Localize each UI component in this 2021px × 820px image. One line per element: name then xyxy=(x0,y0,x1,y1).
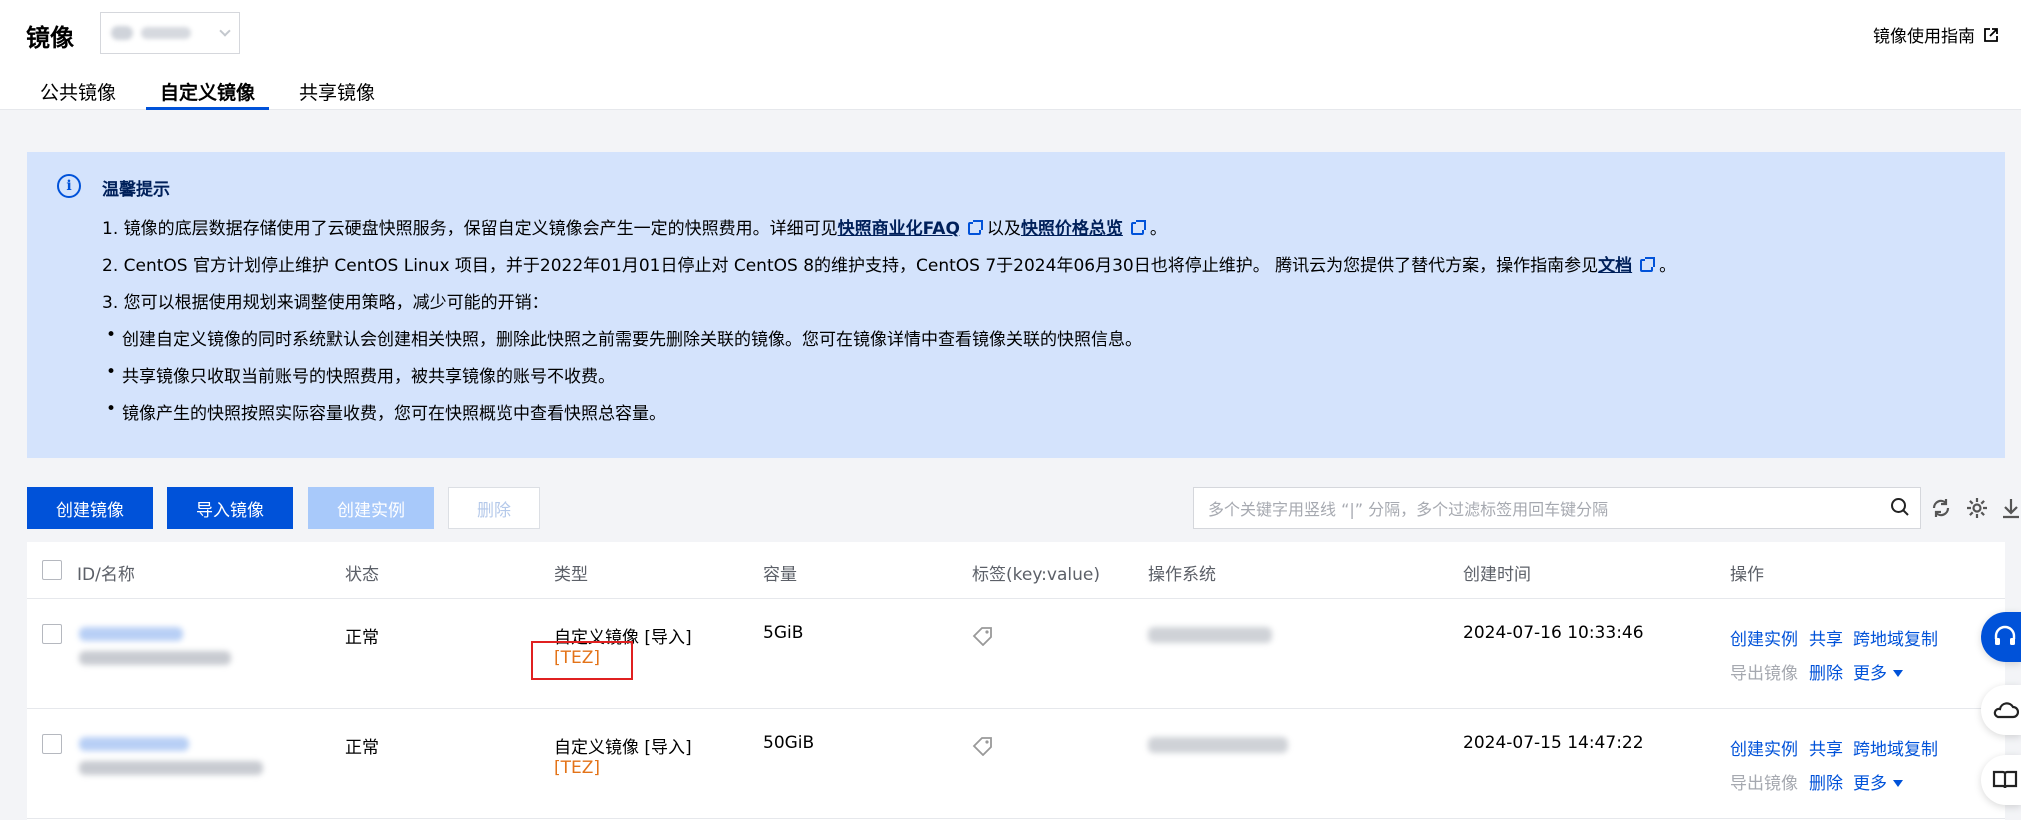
column-header: 标签(key:value) xyxy=(972,565,1100,585)
notice-title: 温馨提示 xyxy=(102,180,170,200)
tab-shared-images[interactable]: 共享镜像 xyxy=(285,70,389,110)
image-table: ID/名称 状态 类型 容量 标签(key:value) 操作系统 创建时间 操… xyxy=(27,542,2005,820)
created-time: 2024-07-15 14:47:22 xyxy=(1463,733,1644,753)
type-tag: [TEZ] xyxy=(554,758,601,778)
cross-region-copy-action[interactable]: 跨地域复制 xyxy=(1853,735,1938,760)
create-instance-action[interactable]: 创建实例 xyxy=(1730,625,1798,650)
more-dropdown[interactable]: 更多 xyxy=(1853,769,1903,794)
notice-line-1-suffix: 。 xyxy=(1149,219,1167,239)
image-name-redacted xyxy=(79,651,231,665)
external-link-icon xyxy=(1640,257,1656,272)
created-time: 2024-07-16 10:33:46 xyxy=(1463,623,1644,643)
notice-line-2-text: 2. CentOS 官方计划停止维护 CentOS Linux 项目，并于202… xyxy=(102,256,1599,276)
notice-line-2: 2. CentOS 官方计划停止维护 CentOS Linux 项目，并于202… xyxy=(102,251,1676,276)
select-all-checkbox[interactable] xyxy=(42,560,62,580)
tab-bar: 公共镜像 自定义镜像 共享镜像 xyxy=(26,70,389,110)
search-placeholder: 多个关键字用竖线 “|” 分隔，多个过滤标签用回车键分隔 xyxy=(1208,500,1609,519)
image-id-link-redacted[interactable] xyxy=(79,737,189,751)
notice-line-1-text: 1. 镜像的底层数据存储使用了云硬盘快照服务，保留自定义镜像会产生一定的快照费用… xyxy=(102,219,838,239)
external-link-icon xyxy=(1984,27,1998,42)
notice-line-2-suffix: 。 xyxy=(1659,256,1677,276)
external-link-icon xyxy=(1130,220,1146,235)
cross-region-copy-action[interactable]: 跨地域复制 xyxy=(1853,625,1938,650)
image-name-redacted xyxy=(79,761,263,775)
notice-bullet: 创建自定义镜像的同时系统默认会创建相关快照，删除此快照之前需要先删除关联的镜像。… xyxy=(106,325,1142,350)
region-flag-icon xyxy=(111,26,133,40)
delete-button[interactable]: 删除 xyxy=(448,487,540,529)
region-selector[interactable] xyxy=(100,12,240,54)
book-icon xyxy=(1992,770,2018,789)
notice-bullet: 镜像产生的快照按照实际容量收费，您可在快照概览中查看快照总容量。 xyxy=(106,399,666,424)
snapshot-price-link[interactable]: 快照价格总览 xyxy=(1021,219,1123,239)
external-link-icon xyxy=(967,220,983,235)
tab-public-images[interactable]: 公共镜像 xyxy=(26,70,130,110)
headset-icon xyxy=(1994,625,2016,645)
tab-custom-images[interactable]: 自定义镜像 xyxy=(146,70,270,110)
capacity-text: 50GiB xyxy=(763,733,815,753)
capacity-text: 5GiB xyxy=(763,623,804,643)
refresh-icon[interactable] xyxy=(1929,496,1953,520)
top-bar: 镜像 镜像使用指南 公共镜像 自定义镜像 共享镜像 xyxy=(0,0,2021,110)
cloud-icon xyxy=(1993,702,2019,719)
status-text: 正常 xyxy=(345,628,379,648)
row-checkbox[interactable] xyxy=(42,624,62,644)
notice-bullet: 共享镜像只收取当前账号的快照费用，被共享镜像的账号不收费。 xyxy=(106,362,615,387)
caret-down-icon xyxy=(1893,670,1903,677)
caret-down-icon xyxy=(1893,780,1903,787)
chevron-down-icon xyxy=(219,25,231,37)
gear-icon[interactable] xyxy=(1965,496,1989,520)
table-row: 正常 自定义镜像 [导入] [TEZ] 5GiB 2024-07-16 10:3… xyxy=(27,599,2005,709)
type-text: 自定义镜像 [导入] xyxy=(554,738,692,758)
notice-line-3: 3. 您可以根据使用规划来调整使用策略，减少可能的开销： xyxy=(102,293,549,313)
os-redacted xyxy=(1148,627,1272,643)
more-dropdown[interactable]: 更多 xyxy=(1853,659,1903,684)
search-icon[interactable] xyxy=(1890,497,1910,517)
create-image-button[interactable]: 创建镜像 xyxy=(27,487,153,529)
create-instance-action[interactable]: 创建实例 xyxy=(1730,735,1798,760)
notice-line-1: 1. 镜像的底层数据存储使用了云硬盘快照服务，保留自定义镜像会产生一定的快照费用… xyxy=(102,214,1167,239)
table-header: ID/名称 状态 类型 容量 标签(key:value) 操作系统 创建时间 操… xyxy=(27,542,2005,599)
download-icon[interactable] xyxy=(1999,496,2021,520)
image-id-link-redacted[interactable] xyxy=(79,627,183,641)
share-action[interactable]: 共享 xyxy=(1809,735,1843,760)
page-title: 镜像 xyxy=(26,24,74,52)
region-name-redacted xyxy=(141,27,191,39)
delete-action[interactable]: 删除 xyxy=(1809,659,1843,684)
os-redacted xyxy=(1148,737,1288,753)
highlight-box xyxy=(531,641,633,680)
column-header: 状态 xyxy=(345,565,379,585)
table-row: 正常 自定义镜像 [导入] [TEZ] 50GiB 2024-07-15 14:… xyxy=(27,709,2005,819)
toolbar: 创建镜像 导入镜像 创建实例 删除 多个关键字用竖线 “|” 分隔，多个过滤标签… xyxy=(27,487,2019,529)
more-label: 更多 xyxy=(1853,664,1887,684)
column-header: 创建时间 xyxy=(1463,565,1531,585)
column-header: 容量 xyxy=(763,565,797,585)
image-guide-label: 镜像使用指南 xyxy=(1873,27,1975,47)
more-label: 更多 xyxy=(1853,774,1887,794)
export-image-action[interactable]: 导出镜像 xyxy=(1730,769,1798,794)
column-header: 类型 xyxy=(554,565,588,585)
tag-icon[interactable] xyxy=(972,736,994,756)
row-checkbox[interactable] xyxy=(42,734,62,754)
image-guide-link[interactable]: 镜像使用指南 xyxy=(1873,22,1999,47)
doc-link[interactable]: 文档 xyxy=(1598,256,1632,276)
notice-line-1-mid: 以及 xyxy=(986,219,1021,239)
search-input[interactable]: 多个关键字用竖线 “|” 分隔，多个过滤标签用回车键分隔 xyxy=(1193,487,1921,529)
delete-action[interactable]: 删除 xyxy=(1809,769,1843,794)
export-image-action[interactable]: 导出镜像 xyxy=(1730,659,1798,684)
column-header: 操作系统 xyxy=(1148,565,1216,585)
info-icon: i xyxy=(57,174,81,198)
import-image-button[interactable]: 导入镜像 xyxy=(167,487,293,529)
create-instance-button[interactable]: 创建实例 xyxy=(308,487,434,529)
tag-icon[interactable] xyxy=(972,626,994,646)
column-header: 操作 xyxy=(1730,565,1764,585)
column-header: ID/名称 xyxy=(77,565,135,585)
status-text: 正常 xyxy=(345,738,379,758)
snapshot-faq-link[interactable]: 快照商业化FAQ xyxy=(838,219,960,239)
share-action[interactable]: 共享 xyxy=(1809,625,1843,650)
notice-banner: i 温馨提示 1. 镜像的底层数据存储使用了云硬盘快照服务，保留自定义镜像会产生… xyxy=(27,152,2005,458)
